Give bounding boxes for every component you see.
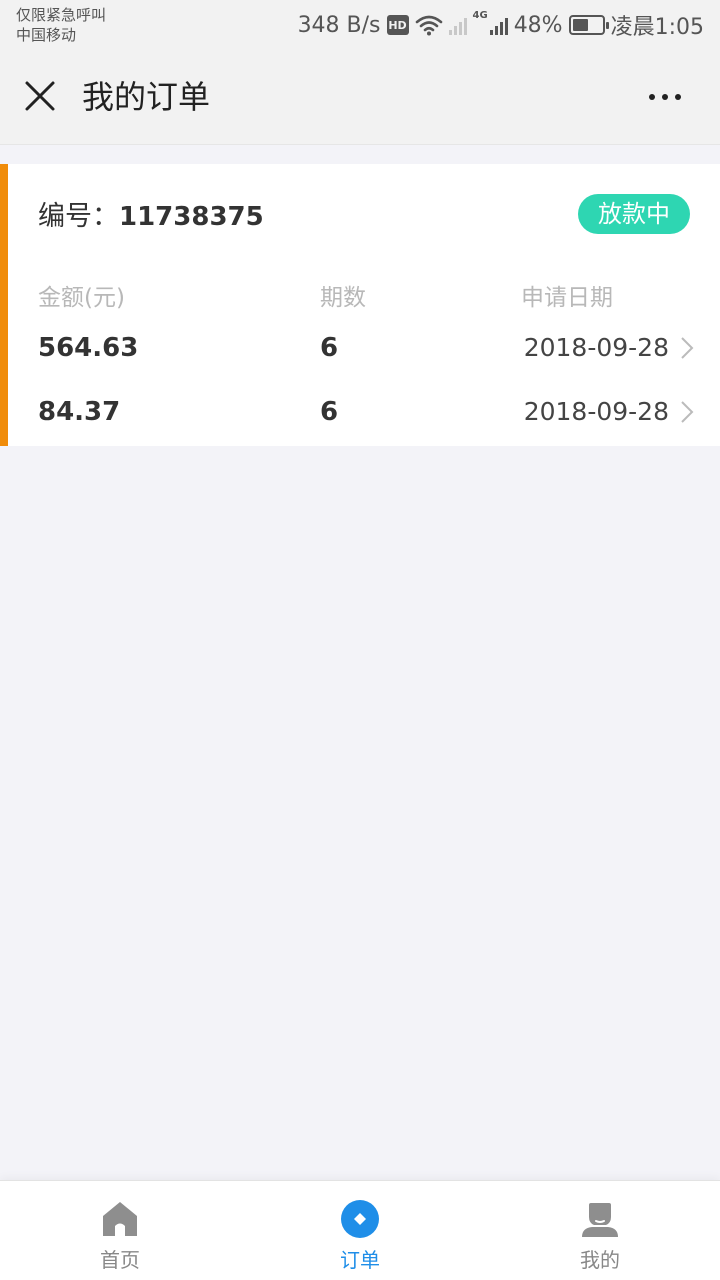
tab-label: 首页 — [100, 1248, 140, 1272]
more-options-button[interactable] — [640, 80, 690, 114]
chevron-right-icon — [681, 337, 694, 359]
wifi-icon — [415, 15, 442, 36]
order-number-label: 编号： — [38, 201, 119, 232]
more-dot-icon — [662, 94, 668, 100]
battery-percent: 48% — [513, 12, 563, 38]
status-indicators: 348 B/s HD 4G 48% 凌晨1:05 — [298, 8, 704, 42]
home-icon — [103, 1202, 137, 1236]
carrier-name: 中国移动 — [16, 26, 77, 44]
screen: 仅限紧急呼叫 中国移动 348 B/s HD 4G 48% 凌晨1:05 我的订… — [0, 0, 720, 1280]
more-dot-icon — [675, 94, 681, 100]
row-periods: 6 — [320, 333, 339, 363]
tab-label: 订单 — [340, 1248, 380, 1272]
row-periods: 6 — [320, 397, 339, 427]
order-number-value: 11738375 — [119, 202, 264, 232]
tab-profile[interactable]: 我的 — [480, 1181, 720, 1280]
user-icon — [582, 1203, 618, 1237]
row-date: 2018-09-28 — [523, 333, 669, 362]
network-type: 4G — [472, 10, 488, 21]
more-dot-icon — [649, 94, 655, 100]
tab-home[interactable]: 首页 — [0, 1181, 240, 1280]
status-badge: 放款中 — [578, 194, 690, 234]
chevron-right-icon — [681, 401, 694, 423]
page-title: 我的订单 — [82, 78, 211, 116]
column-header-amount: 金额(元) — [38, 285, 125, 311]
column-header-periods: 期数 — [320, 285, 366, 311]
tab-orders[interactable]: 订单 — [240, 1181, 480, 1280]
sim2-signal-icon — [448, 15, 467, 35]
close-button[interactable] — [22, 78, 58, 114]
nav-bar: 我的订单 — [0, 50, 720, 145]
net-speed: 348 B/s — [297, 12, 381, 38]
carrier-info: 仅限紧急呼叫 中国移动 — [16, 5, 106, 45]
order-row[interactable]: 564.63 6 2018-09-28 — [8, 318, 720, 378]
order-number: 编号： 11738375 — [38, 194, 264, 234]
order-row[interactable]: 84.37 6 2018-09-28 — [8, 382, 720, 442]
status-bar: 仅限紧急呼叫 中国移动 348 B/s HD 4G 48% 凌晨1:05 — [0, 0, 720, 50]
column-header-date: 申请日期 — [521, 285, 613, 311]
row-amount: 564.63 — [38, 333, 139, 363]
row-amount: 84.37 — [38, 397, 121, 427]
order-card: 编号： 11738375 放款中 金额(元) 期数 申请日期 564.63 6 … — [0, 164, 720, 446]
bottom-tab-bar: 首页 订单 我的 — [0, 1180, 720, 1280]
battery-icon — [568, 15, 609, 35]
clock: 凌晨1:05 — [610, 15, 704, 40]
row-date: 2018-09-28 — [523, 397, 669, 426]
close-icon — [25, 81, 55, 111]
hd-icon: HD — [386, 15, 409, 35]
signal-icon — [489, 15, 508, 35]
tab-label: 我的 — [580, 1248, 620, 1272]
emergency-call-text: 仅限紧急呼叫 — [16, 6, 107, 24]
order-icon — [341, 1200, 379, 1238]
